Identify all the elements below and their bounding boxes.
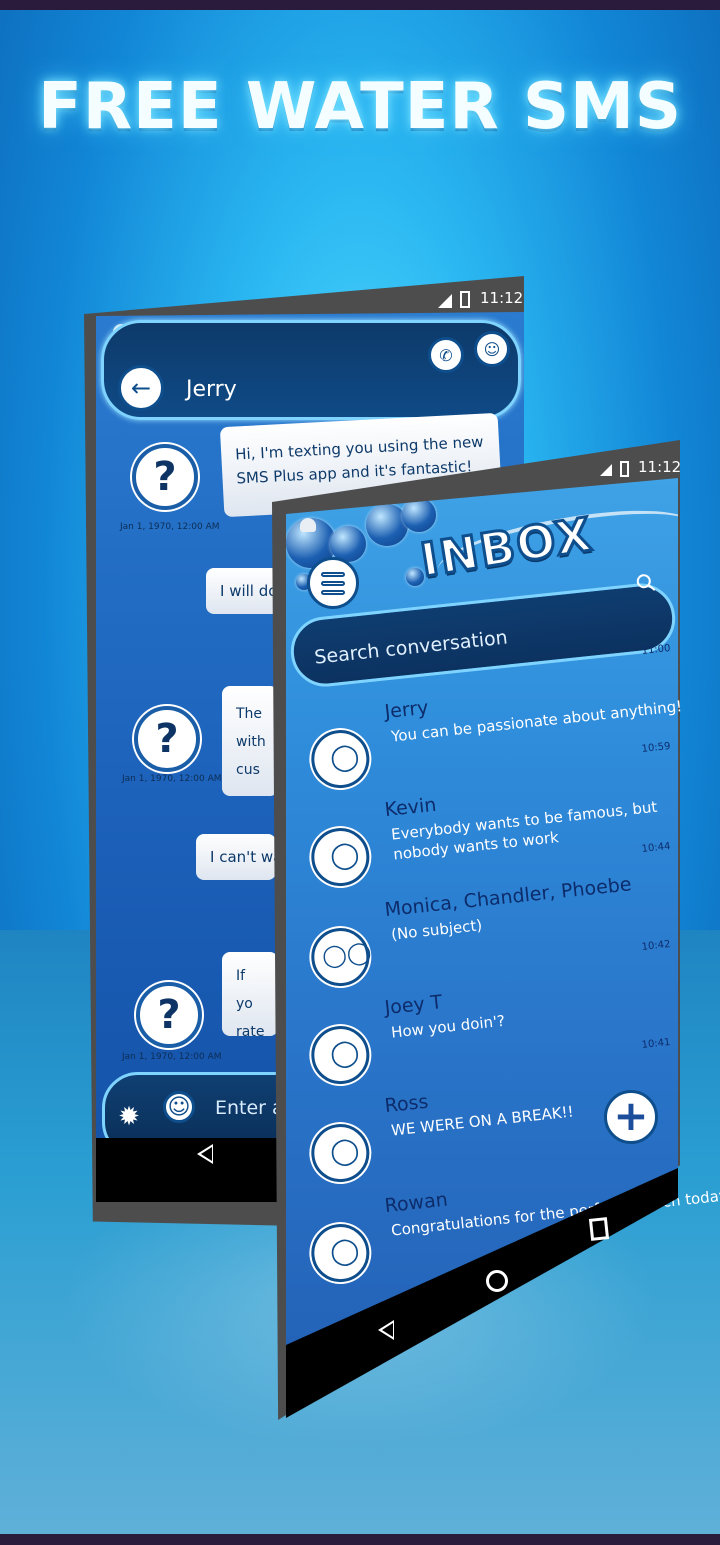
message-bubble-in: The with cus	[222, 686, 278, 796]
group-avatar: ◯◯	[308, 925, 373, 989]
message-text: The with cus	[236, 706, 266, 778]
back-status-bar: 11:12	[430, 288, 524, 312]
message-text: If yo rate	[236, 968, 265, 1036]
person-icon: ◯	[328, 839, 361, 873]
nav-recents-icon[interactable]	[588, 1217, 610, 1241]
message-avatar: ?	[136, 982, 202, 1048]
sticker-icon: ✹	[118, 1102, 140, 1132]
plus-icon: +	[613, 1091, 649, 1140]
question-icon: ?	[153, 454, 177, 500]
message-avatar: ?	[132, 444, 198, 510]
nav-home-icon[interactable]	[486, 1270, 508, 1292]
battery-icon	[620, 461, 629, 477]
message-timestamp: Jan 1, 1970, 12:00 AM	[122, 1052, 222, 1062]
back-button[interactable]: ←	[118, 365, 164, 411]
battery-icon	[460, 291, 470, 308]
person-icon: ◯	[328, 1037, 361, 1071]
contact-button[interactable]: ☺	[474, 331, 510, 367]
arrow-left-icon: ←	[130, 374, 152, 402]
nav-back-icon[interactable]	[197, 1144, 213, 1164]
message-bubble-out: I can't wa	[196, 834, 276, 880]
search-icon[interactable]	[635, 572, 657, 594]
contact-avatar: ◯	[308, 727, 373, 791]
front-status-time: 11:12	[638, 458, 682, 476]
conversation-preview: You can be passionate about anything!	[390, 697, 683, 746]
message-text: I will do	[220, 582, 278, 600]
menu-icon	[321, 571, 345, 577]
message-avatar: ?	[134, 706, 200, 772]
person-icon: ☺	[483, 339, 501, 359]
conversation-name: Joey T	[383, 991, 444, 1020]
message-input[interactable]: Enter a	[215, 1097, 284, 1119]
nav-back-icon[interactable]	[378, 1320, 394, 1340]
bottom-band	[0, 1534, 720, 1545]
person-icon: ◯	[328, 741, 361, 775]
signal-icon	[438, 294, 452, 308]
promo-title: FREE WATER SMS	[38, 70, 682, 144]
contact-avatar: ◯	[308, 1121, 373, 1185]
conversation-name: Kevin	[383, 793, 438, 822]
group-icon: ◯◯	[320, 939, 373, 970]
back-status-time: 11:12	[480, 289, 524, 307]
attach-button[interactable]: ✹	[113, 1101, 145, 1133]
search-input[interactable]: Search conversation	[313, 627, 508, 669]
new-message-button[interactable]: +	[604, 1090, 658, 1144]
message-timestamp: Jan 1, 1970, 12:00 AM	[122, 774, 222, 784]
call-button[interactable]: ✆	[428, 337, 464, 373]
question-icon: ?	[157, 992, 181, 1038]
signal-icon	[600, 464, 612, 476]
emoji-button[interactable]: ☺	[163, 1091, 195, 1123]
message-timestamp: Jan 1, 1970, 12:00 AM	[120, 522, 220, 532]
top-band	[0, 0, 720, 10]
question-icon: ?	[155, 716, 179, 762]
contact-avatar: ◯	[308, 825, 373, 889]
contact-avatar: ◯	[308, 1023, 373, 1087]
person-icon: ◯	[328, 1235, 361, 1269]
menu-button[interactable]	[307, 557, 359, 609]
phone-icon: ✆	[439, 345, 453, 365]
person-icon: ◯	[328, 1135, 361, 1169]
contact-name: Jerry	[186, 377, 237, 402]
smiley-icon: ☺	[167, 1094, 191, 1120]
conversation-header: ← Jerry ✆ ☺	[101, 320, 521, 420]
conversation-name: Jerry	[383, 696, 430, 724]
android-icon	[300, 518, 316, 532]
conversation-name: Ross	[383, 1090, 430, 1118]
contact-avatar: ◯	[308, 1221, 373, 1285]
message-bubble-in: If yo rate	[222, 952, 278, 1036]
message-text: I can't wa	[210, 848, 276, 866]
